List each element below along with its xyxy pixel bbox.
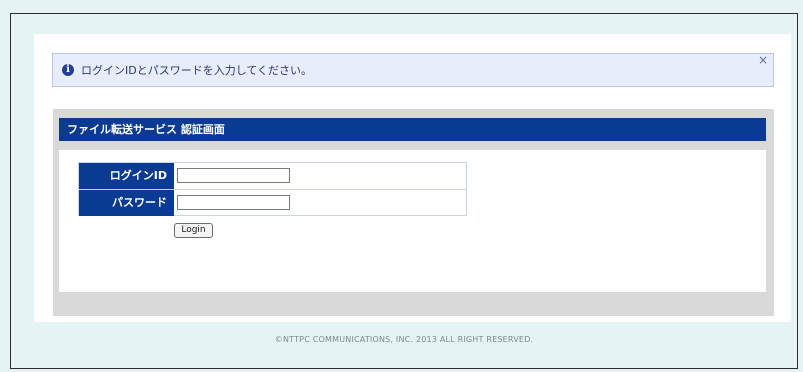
password-label: パスワード <box>79 190 174 216</box>
page-title: ファイル転送サービス 認証画面 <box>59 118 766 141</box>
login-button[interactable]: Login <box>174 223 213 238</box>
login-form: ログインID パスワード Login <box>59 150 766 292</box>
login-id-input[interactable] <box>177 168 290 183</box>
main-panel: i ログインIDとパスワードを入力してください。 × ファイル転送サービス 認証… <box>34 34 791 322</box>
alert-message: ログインIDとパスワードを入力してください。 <box>81 64 313 77</box>
login-table: ログインID パスワード <box>78 162 467 216</box>
password-row: パスワード <box>79 189 466 216</box>
password-input[interactable] <box>177 195 290 210</box>
copyright-footer: ©NTTPC COMMUNICATIONS, INC. 2013 ALL RIG… <box>274 335 534 344</box>
info-icon: i <box>62 64 74 76</box>
browser-page: i ログインIDとパスワードを入力してください。 × ファイル転送サービス 認証… <box>10 13 798 369</box>
login-id-row: ログインID <box>79 163 466 189</box>
close-icon[interactable]: × <box>758 54 768 66</box>
info-alert: i ログインIDとパスワードを入力してください。 × <box>52 53 774 87</box>
auth-panel: ファイル転送サービス 認証画面 ログインID パスワード Login <box>53 109 774 316</box>
login-id-label: ログインID <box>79 163 174 189</box>
